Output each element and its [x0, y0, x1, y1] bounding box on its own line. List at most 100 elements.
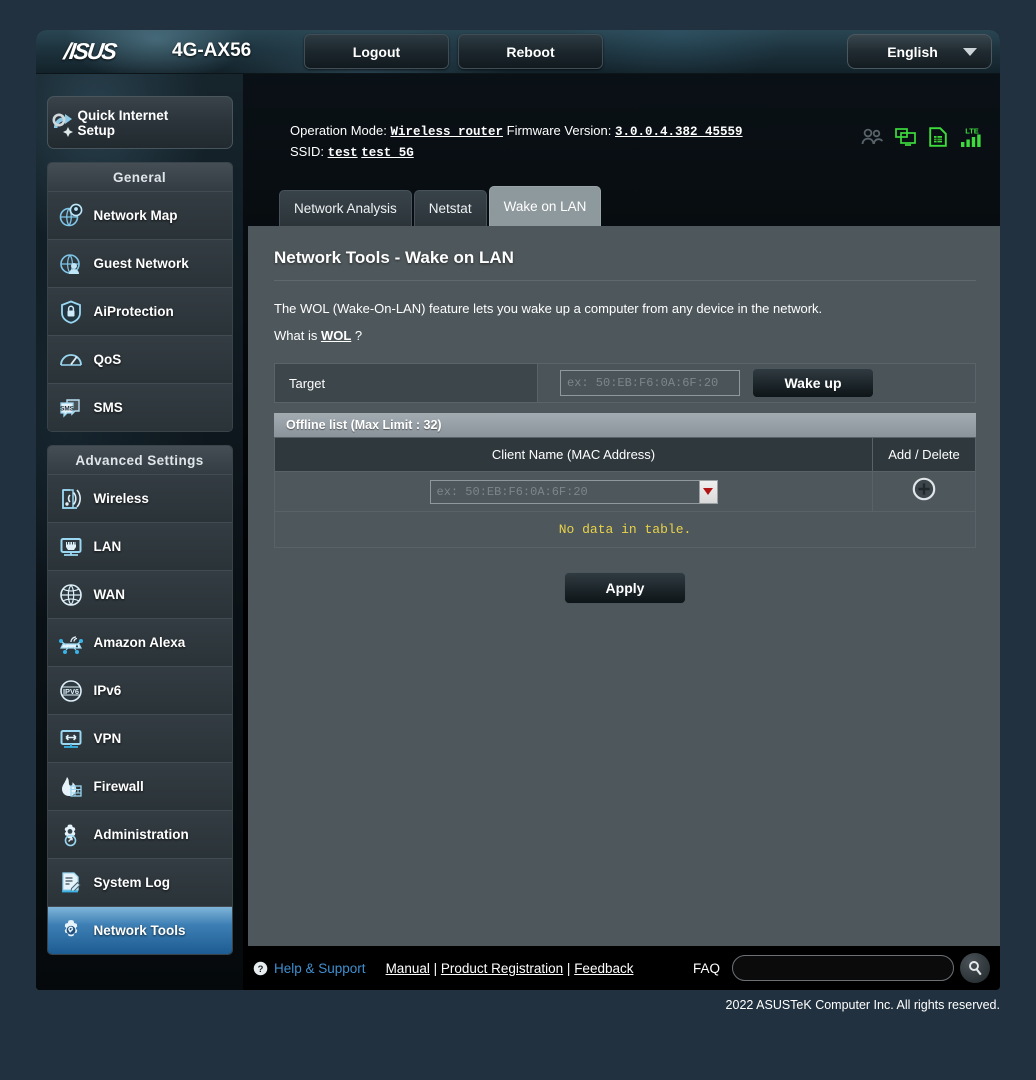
- ssid-label: SSID:: [290, 144, 324, 159]
- help-and-support-label: Help & Support: [274, 960, 366, 976]
- status-icon-group: LTE: [861, 126, 985, 153]
- sms-icon: SMS: [48, 395, 94, 421]
- sidebar-item-administration[interactable]: Administration: [47, 810, 232, 858]
- sidebar-item-ipv6-label: IPv6: [93, 683, 122, 698]
- sidebar-item-ipv6[interactable]: IPV6 IPv6: [47, 666, 232, 714]
- add-cell: [872, 471, 976, 512]
- help-and-support-link[interactable]: ? Help & Support: [253, 961, 366, 976]
- sidebar-group-general: General Network Map Guest Network AiProt…: [46, 162, 233, 432]
- product-registration-link[interactable]: Product Registration: [441, 961, 563, 976]
- plus-circle-icon[interactable]: [912, 477, 936, 501]
- sidebar-item-guest-network[interactable]: Guest Network: [47, 239, 232, 287]
- ssid-value-5g[interactable]: test_5G: [361, 146, 414, 160]
- sidebar-item-aiprotection[interactable]: AiProtection: [47, 287, 232, 335]
- sidebar-item-vpn[interactable]: VPN: [47, 714, 232, 762]
- quick-internet-setup-label: Quick Internet Setup: [77, 107, 169, 138]
- client-select-wrapper[interactable]: ex: 50:EB:F6:0A:6F:20: [429, 479, 718, 504]
- target-row: Target Wake up: [274, 363, 976, 403]
- client-select-cell: ex: 50:EB:F6:0A:6F:20: [274, 471, 873, 512]
- main-panel: Network Tools - Wake on LAN The WOL (Wak…: [248, 226, 1000, 990]
- firewall-icon: [48, 774, 94, 800]
- sidebar-item-network-map[interactable]: Network Map: [47, 191, 232, 239]
- table-header-row: Client Name (MAC Address) Add / Delete: [274, 437, 976, 472]
- router-model-label: 4G-AX56: [172, 40, 252, 61]
- search-icon[interactable]: [960, 953, 990, 983]
- wake-up-button[interactable]: Wake up: [752, 368, 874, 398]
- sidebar-item-amazon-alexa[interactable]: Amazon Alexa: [47, 618, 232, 666]
- ssid-value-2g[interactable]: test: [328, 146, 358, 160]
- tab-wake-on-lan[interactable]: Wake on LAN: [488, 186, 602, 226]
- sidebar-item-network-tools[interactable]: Network Tools: [47, 906, 232, 954]
- router-admin-page: /ISUS 4G-AX56 Logout Reboot English Quic…: [36, 30, 1000, 990]
- svg-text:?: ?: [258, 964, 264, 975]
- logout-button[interactable]: Logout: [304, 34, 449, 69]
- sidebar-group-advanced-title: Advanced Settings: [47, 446, 232, 474]
- wol-help-link[interactable]: WOL: [321, 328, 351, 343]
- sidebar-item-lan[interactable]: LAN: [47, 522, 232, 570]
- sidebar-item-firewall[interactable]: Firewall: [47, 762, 232, 810]
- what-is-prefix: What is: [274, 328, 321, 343]
- target-label: Target: [289, 375, 326, 391]
- page-title: Network Tools - Wake on LAN: [274, 248, 976, 281]
- sidebar-item-qos-label: QoS: [93, 352, 122, 367]
- sidebar-item-wireless[interactable]: Wireless: [47, 474, 232, 522]
- feedback-link[interactable]: Feedback: [574, 961, 633, 976]
- footer-links: Manual | Product Registration | Feedback: [386, 961, 634, 976]
- svg-text:LTE: LTE: [965, 127, 979, 136]
- language-selector[interactable]: English: [847, 34, 992, 69]
- wireless-icon: [48, 486, 94, 512]
- target-mac-input[interactable]: [560, 370, 740, 396]
- sidebar-item-system-log-label: System Log: [93, 875, 171, 890]
- faq-search-input[interactable]: [732, 955, 954, 981]
- sim-card-icon[interactable]: [929, 127, 947, 152]
- content-area: Operation Mode: Wireless router Firmware…: [243, 74, 1000, 990]
- offline-list-table: Client Name (MAC Address) Add / Delete e…: [274, 437, 976, 512]
- what-is-wol-line: What is WOL ?: [274, 328, 976, 343]
- sidebar-item-administration-label: Administration: [93, 827, 189, 842]
- asus-logo: /ISUS: [62, 38, 117, 64]
- footer-separator-1: |: [429, 960, 441, 976]
- network-tools-icon: [48, 918, 94, 944]
- tab-network-analysis[interactable]: Network Analysis: [279, 190, 412, 226]
- manual-link[interactable]: Manual: [386, 961, 430, 976]
- firmware-label: Firmware Version:: [506, 123, 612, 138]
- sidebar-item-vpn-label: VPN: [93, 731, 122, 746]
- operation-mode-value[interactable]: Wireless router: [390, 125, 503, 139]
- clients-icon[interactable]: [861, 128, 884, 151]
- alexa-icon: [48, 630, 94, 656]
- sidebar-item-wan-label: WAN: [93, 587, 126, 602]
- firmware-version-value[interactable]: 3.0.0.4.382_45559: [615, 125, 743, 139]
- usb-devices-icon[interactable]: [895, 128, 917, 151]
- sidebar-item-sms[interactable]: SMS SMS: [47, 383, 232, 431]
- sidebar-group-general-title: General: [47, 163, 232, 191]
- svg-text:SMS: SMS: [60, 405, 75, 412]
- sidebar-item-qos[interactable]: QoS: [47, 335, 232, 383]
- sidebar-item-firewall-label: Firewall: [93, 779, 144, 794]
- tab-netstat[interactable]: Netstat: [413, 190, 487, 226]
- ipv6-icon: IPV6: [48, 678, 94, 704]
- aiprotection-icon: [48, 299, 94, 325]
- sidebar-item-guest-network-label: Guest Network: [93, 256, 189, 271]
- copyright-text: 2022 ASUSTeK Computer Inc. All rights re…: [725, 998, 1000, 1012]
- offline-list-title: Offline list (Max Limit : 32): [274, 413, 976, 437]
- apply-button[interactable]: Apply: [564, 572, 686, 604]
- reboot-button[interactable]: Reboot: [458, 34, 603, 69]
- lte-signal-icon[interactable]: LTE: [959, 126, 985, 153]
- sidebar-item-network-tools-label: Network Tools: [93, 923, 186, 938]
- chevron-down-icon[interactable]: [698, 479, 718, 504]
- sidebar-item-sms-label: SMS: [93, 400, 123, 415]
- sidebar-item-wan[interactable]: WAN: [47, 570, 232, 618]
- desktop-backdrop: /ISUS 4G-AX56 Logout Reboot English Quic…: [0, 0, 1036, 1080]
- sidebar-item-quick-internet-setup[interactable]: Quick Internet Setup: [46, 96, 233, 149]
- feature-description: The WOL (Wake-On-LAN) feature lets you w…: [274, 301, 823, 316]
- language-selector-label: English: [887, 43, 938, 60]
- sidebar-item-wireless-label: Wireless: [93, 491, 149, 506]
- client-select-input[interactable]: ex: 50:EB:F6:0A:6F:20: [429, 479, 700, 504]
- faq-label: FAQ: [692, 960, 720, 976]
- column-header-add-delete: Add / Delete: [872, 437, 976, 472]
- what-is-suffix: ?: [351, 328, 363, 343]
- sidebar-item-system-log[interactable]: System Log: [47, 858, 232, 906]
- top-banner: /ISUS 4G-AX56 Logout Reboot English: [36, 30, 1000, 74]
- quick-internet-setup-icon: [48, 108, 78, 138]
- question-mark-icon: ?: [253, 961, 268, 975]
